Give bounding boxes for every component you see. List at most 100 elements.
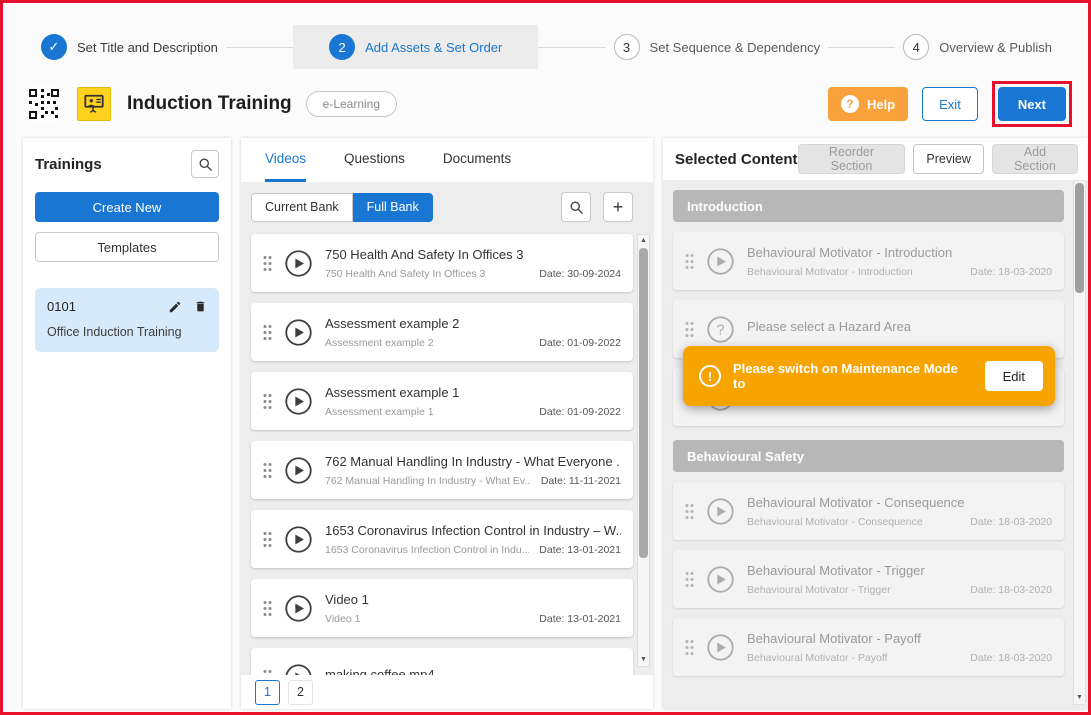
add-asset-button[interactable]: + bbox=[603, 192, 633, 222]
tab-videos[interactable]: Videos bbox=[265, 138, 306, 182]
drag-handle-icon[interactable] bbox=[263, 600, 272, 617]
question-circle-icon: ? bbox=[841, 95, 859, 113]
item-title: Behavioural Motivator - Payoff bbox=[747, 631, 1052, 646]
current-bank-button[interactable]: Current Bank bbox=[251, 193, 353, 222]
toast-message: Please switch on Maintenance Mode to bbox=[733, 361, 973, 391]
toast-edit-button[interactable]: Edit bbox=[985, 361, 1043, 391]
item-title: Please select a Hazard Area bbox=[747, 319, 1052, 334]
item-date: Date: 18-03-2020 bbox=[970, 652, 1052, 664]
trainings-search-button[interactable] bbox=[191, 150, 219, 178]
scrollbar-thumb[interactable] bbox=[1075, 183, 1084, 293]
drag-handle-icon[interactable] bbox=[263, 462, 272, 479]
item-subtitle: Behavioural Motivator - Trigger bbox=[747, 584, 960, 596]
selected-item[interactable]: Behavioural Motivator - Payoff Behaviour… bbox=[673, 618, 1064, 676]
item-title: Behavioural Motivator - Introduction bbox=[747, 245, 1052, 260]
warning-icon: ! bbox=[699, 365, 721, 387]
video-subtitle: 1653 Coronavirus Infection Control in In… bbox=[325, 544, 529, 556]
assets-toolbar: Current Bank Full Bank + bbox=[251, 192, 633, 222]
video-card[interactable]: Video 1 Video 1 Date: 13-01-2021 bbox=[251, 579, 633, 637]
selected-item[interactable]: Behavioural Motivator - Introduction Beh… bbox=[673, 232, 1064, 290]
drag-handle-icon[interactable] bbox=[263, 393, 272, 410]
reorder-section-button[interactable]: Reorder Section bbox=[798, 144, 906, 174]
drag-handle-icon[interactable] bbox=[685, 503, 694, 520]
drag-handle-icon[interactable] bbox=[263, 531, 272, 548]
edit-training-button[interactable] bbox=[168, 300, 182, 314]
selected-content-title: Selected Content bbox=[675, 151, 798, 168]
video-subtitle: 762 Manual Handling In Industry - What E… bbox=[325, 475, 531, 487]
step-label: Set Sequence & Dependency bbox=[650, 40, 821, 55]
drag-handle-icon[interactable] bbox=[685, 571, 694, 588]
templates-button[interactable]: Templates bbox=[35, 232, 219, 262]
play-icon bbox=[284, 525, 313, 554]
video-card[interactable]: Assessment example 1 Assessment example … bbox=[251, 372, 633, 430]
video-card[interactable]: Assessment example 2 Assessment example … bbox=[251, 303, 633, 361]
header-actions: ? Help Exit Next bbox=[828, 81, 1072, 127]
scroll-down-icon[interactable]: ▼ bbox=[638, 654, 649, 666]
add-section-button[interactable]: Add Section bbox=[992, 144, 1078, 174]
drag-handle-icon[interactable] bbox=[685, 639, 694, 656]
drag-handle-icon[interactable] bbox=[685, 321, 694, 338]
play-icon bbox=[706, 497, 735, 526]
play-icon bbox=[706, 247, 735, 276]
video-card[interactable]: 1653 Coronavirus Infection Control in In… bbox=[251, 510, 633, 568]
maintenance-mode-toast: ! Please switch on Maintenance Mode to E… bbox=[683, 346, 1055, 406]
video-card[interactable]: 750 Health And Safety In Offices 3 750 H… bbox=[251, 234, 633, 292]
help-label: Help bbox=[867, 97, 895, 112]
video-card[interactable]: 762 Manual Handling In Industry - What E… bbox=[251, 441, 633, 499]
page-1-button[interactable]: 1 bbox=[255, 680, 280, 705]
video-date: Date: 11-11-2021 bbox=[541, 475, 621, 487]
search-icon bbox=[198, 157, 213, 172]
tab-documents[interactable]: Documents bbox=[443, 138, 511, 182]
video-list: 750 Health And Safety In Offices 3 750 H… bbox=[251, 234, 633, 675]
training-app-icon bbox=[77, 87, 111, 121]
svg-text:?: ? bbox=[716, 322, 724, 338]
item-date: Date: 18-03-2020 bbox=[970, 516, 1052, 528]
scroll-down-icon[interactable]: ▼ bbox=[1074, 692, 1085, 704]
step-set-sequence-dependency[interactable]: 3 Set Sequence & Dependency bbox=[606, 25, 829, 69]
section-header: Introduction bbox=[673, 190, 1064, 222]
training-list-item-selected[interactable]: 0101 Office Induction Training bbox=[35, 288, 219, 352]
item-subtitle: Behavioural Motivator - Consequence bbox=[747, 516, 960, 528]
page-header: Induction Training e-Learning ? Help Exi… bbox=[27, 82, 1072, 126]
scroll-up-icon[interactable]: ▲ bbox=[638, 235, 649, 247]
selected-item[interactable]: Behavioural Motivator - Trigger Behaviou… bbox=[673, 550, 1064, 608]
create-new-button[interactable]: Create New bbox=[35, 192, 219, 222]
play-icon bbox=[284, 387, 313, 416]
asset-search-button[interactable] bbox=[561, 192, 591, 222]
video-list-scrollbar[interactable]: ▲ ▼ bbox=[637, 234, 650, 667]
training-code: 0101 bbox=[47, 299, 76, 314]
play-icon bbox=[284, 456, 313, 485]
assets-body: Current Bank Full Bank + bbox=[241, 182, 653, 675]
step-overview-publish[interactable]: 4 Overview & Publish bbox=[895, 25, 1060, 69]
video-subtitle: Assessment example 1 bbox=[325, 406, 529, 418]
next-button[interactable]: Next bbox=[998, 87, 1066, 121]
video-subtitle: Video 1 bbox=[325, 613, 529, 625]
full-bank-button[interactable]: Full Bank bbox=[353, 193, 433, 222]
video-title: Assessment example 1 bbox=[325, 385, 621, 400]
assets-toolbar-right: + bbox=[561, 192, 633, 222]
tab-questions[interactable]: Questions bbox=[344, 138, 405, 182]
item-date: Date: 18-03-2020 bbox=[970, 584, 1052, 596]
step-number: 3 bbox=[614, 34, 640, 60]
video-title: 1653 Coronavirus Infection Control in In… bbox=[325, 523, 621, 538]
step-connector bbox=[828, 47, 895, 48]
help-button[interactable]: ? Help bbox=[828, 87, 908, 121]
video-date: Date: 01-09-2022 bbox=[539, 406, 621, 418]
step-label: Overview & Publish bbox=[939, 40, 1052, 55]
video-card[interactable]: making coffee.mp4 bbox=[251, 648, 633, 675]
selected-item[interactable]: Behavioural Motivator - Consequence Beha… bbox=[673, 482, 1064, 540]
drag-handle-icon[interactable] bbox=[685, 253, 694, 270]
scrollbar-thumb[interactable] bbox=[639, 248, 648, 558]
step-set-title-and-description[interactable]: ✓ Set Title and Description bbox=[33, 25, 226, 69]
drag-handle-icon[interactable] bbox=[263, 324, 272, 341]
section-header: Behavioural Safety bbox=[673, 440, 1064, 472]
selected-content-panel: Selected Content Reorder Section Preview… bbox=[663, 138, 1088, 709]
step-add-assets-set-order[interactable]: 2 Add Assets & Set Order bbox=[293, 25, 538, 69]
selected-content-scrollbar[interactable]: ▼ bbox=[1073, 180, 1086, 705]
page-2-button[interactable]: 2 bbox=[288, 680, 313, 705]
delete-training-button[interactable] bbox=[194, 299, 207, 314]
drag-handle-icon[interactable] bbox=[263, 255, 272, 272]
preview-button[interactable]: Preview bbox=[913, 144, 983, 174]
assets-panel: Videos Questions Documents Current Bank … bbox=[241, 138, 653, 709]
exit-button[interactable]: Exit bbox=[922, 87, 978, 121]
